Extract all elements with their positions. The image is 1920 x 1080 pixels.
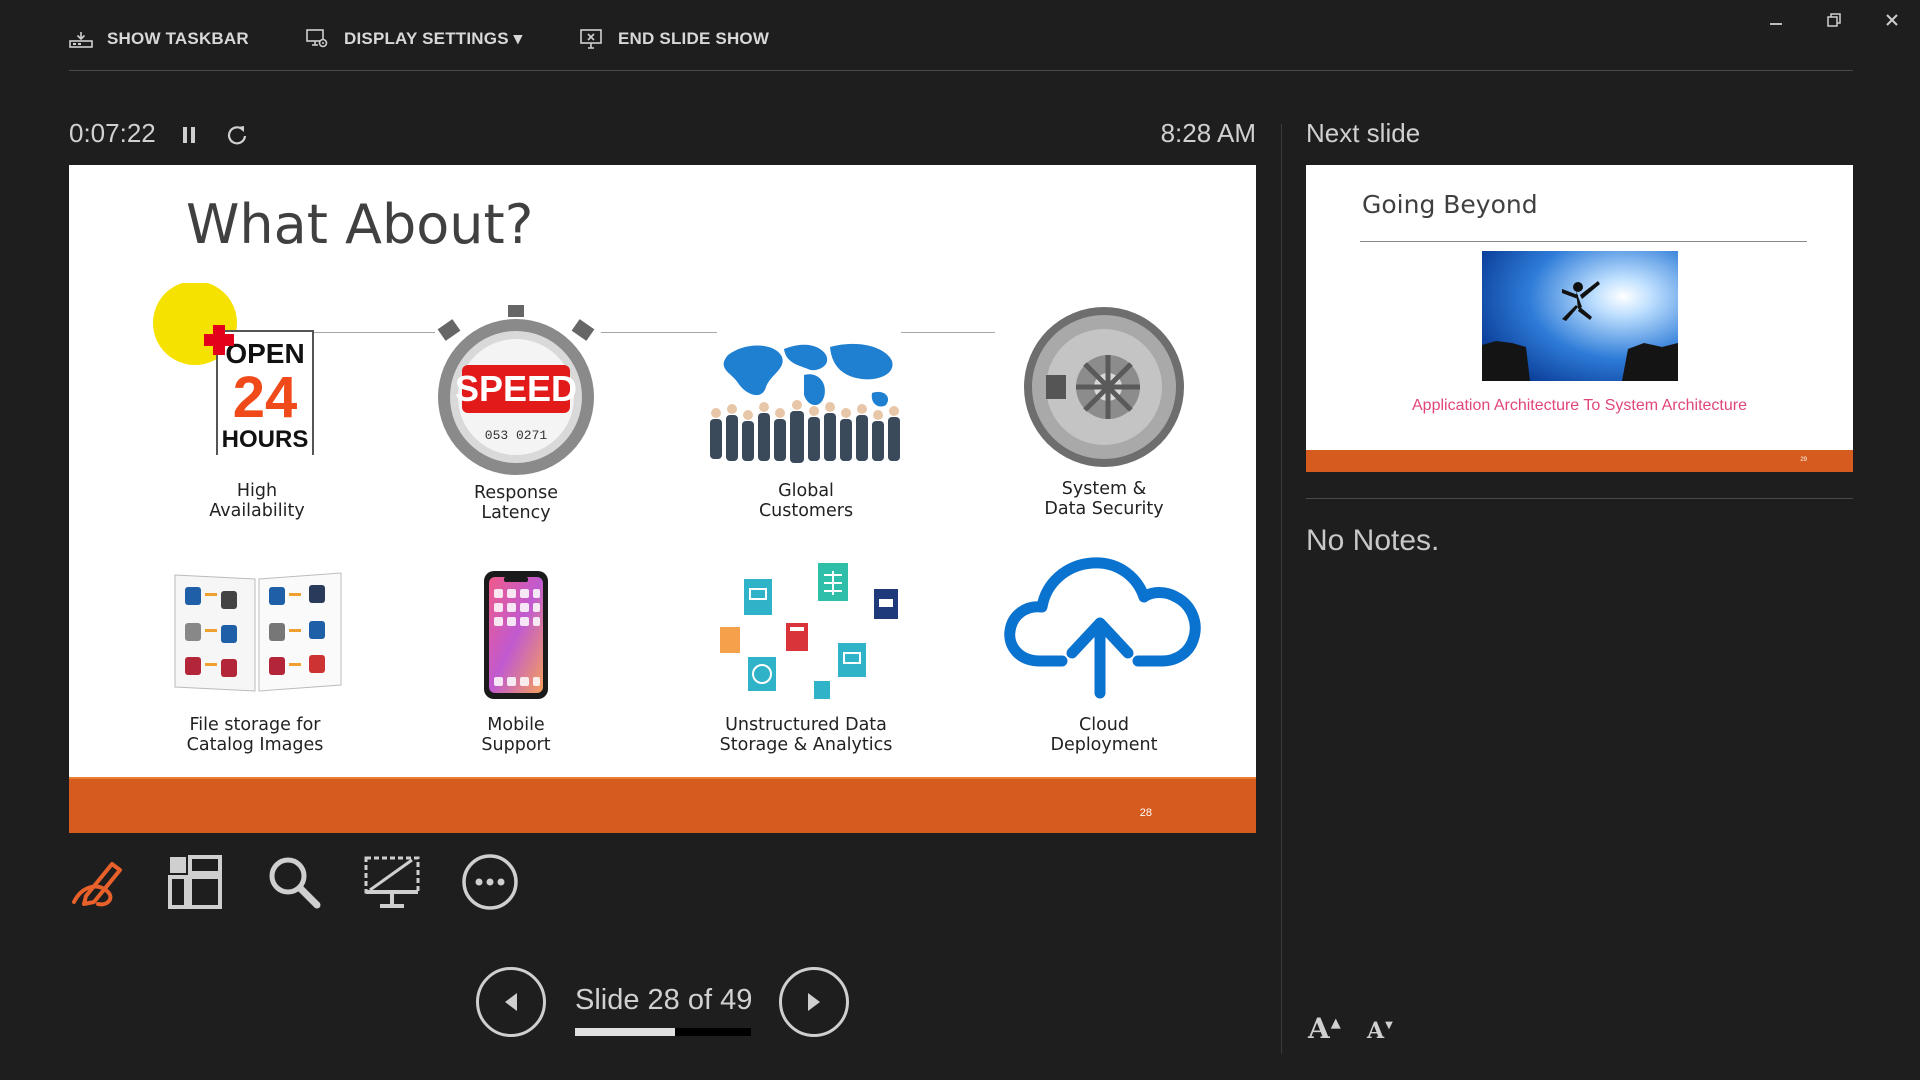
show-taskbar-button[interactable]: SHOW TASKBAR xyxy=(69,22,249,56)
vault-door-icon xyxy=(1024,307,1184,467)
cloud-upload-icon xyxy=(1004,557,1201,699)
more-options-icon xyxy=(462,854,518,910)
taskbar-icon xyxy=(69,32,93,48)
next-slide-preview[interactable]: Going Beyond Application Architecture To… xyxy=(1306,165,1853,472)
toolbar-divider xyxy=(69,70,1853,71)
next-slide-title: Going Beyond xyxy=(1362,190,1538,219)
svg-text:SPEED: SPEED xyxy=(455,368,577,409)
elapsed-timer: 0:07:22 xyxy=(69,118,156,148)
slide-number: 28 xyxy=(1139,807,1152,819)
decrease-font-label: A xyxy=(1367,1018,1385,1044)
next-icon xyxy=(808,993,820,1011)
label-global-customers: Global Customers xyxy=(758,481,854,521)
slide-item-unstructured-data xyxy=(686,561,926,701)
open-24-hours-icon: OPEN 24 HOURS xyxy=(153,281,314,460)
slide-connector-line xyxy=(901,332,995,333)
see-all-slides-button[interactable] xyxy=(163,850,227,914)
label-data-security: System & Data Security xyxy=(1044,479,1164,519)
show-taskbar-label: SHOW TASKBAR xyxy=(107,29,249,48)
end-slide-show-button[interactable]: END SLIDE SHOW xyxy=(580,22,769,56)
slide-item-high-availability: OPEN 24 HOURS xyxy=(137,281,377,503)
label-mobile-support: Mobile Support xyxy=(481,715,551,755)
next-slide-number: 29 xyxy=(1800,457,1807,463)
label-high-availability: High Availability xyxy=(209,481,305,521)
pen-tool-button[interactable] xyxy=(66,850,130,914)
next-slide-label: Next slide xyxy=(1306,118,1421,148)
slide-item-data-security xyxy=(984,305,1224,475)
world-map-people-icon xyxy=(710,343,900,463)
document-files-icon xyxy=(720,563,898,699)
display-settings-button[interactable]: DISPLAY SETTINGS ▾ xyxy=(306,22,522,56)
cliff-jump-image xyxy=(1482,251,1678,381)
pause-icon xyxy=(183,127,195,143)
minimize-button[interactable] xyxy=(1756,6,1796,34)
label-file-storage: File storage for Catalog Images xyxy=(186,715,324,755)
label-cloud-deployment: Cloud Deployment xyxy=(1050,715,1158,755)
speaker-notes: No Notes. xyxy=(1306,524,1440,557)
slides-grid-icon xyxy=(168,855,222,909)
screen-icon xyxy=(364,856,420,908)
zoom-button[interactable] xyxy=(262,850,326,914)
slide-item-cloud-deployment xyxy=(984,553,1224,703)
next-slide-rule xyxy=(1360,241,1807,242)
display-settings-icon xyxy=(306,29,328,48)
restart-timer-button[interactable] xyxy=(222,120,252,150)
previous-slide-button[interactable] xyxy=(476,967,546,1037)
next-slide-subtitle: Application Architecture To System Archi… xyxy=(1412,397,1747,414)
increase-arrow-icon: ▲ xyxy=(1330,1016,1341,1031)
restore-button[interactable] xyxy=(1814,6,1854,34)
slide-item-file-storage xyxy=(137,565,377,695)
minimize-icon xyxy=(1770,23,1782,25)
catalog-book-icon xyxy=(174,572,342,692)
current-slide: What About? OPEN 24 HOURS High Availabil… xyxy=(69,165,1256,833)
close-icon xyxy=(1886,14,1898,26)
pen-icon xyxy=(72,862,122,907)
pause-timer-button[interactable] xyxy=(174,120,204,150)
label-response-latency: Response Latency xyxy=(473,483,559,523)
slide-footer-bar xyxy=(69,779,1256,833)
label-unstructured-data: Unstructured Data Storage & Analytics xyxy=(719,715,893,755)
clock: 8:28 AM xyxy=(1160,118,1256,148)
slide-progress-fill xyxy=(575,1028,676,1036)
decrease-font-button[interactable]: A ▼ xyxy=(1367,1018,1393,1044)
smartphone-icon xyxy=(484,571,548,699)
svg-text:24: 24 xyxy=(233,365,298,430)
speed-stopwatch-icon: SPEED 053 0271 xyxy=(437,305,595,475)
slide-item-response-latency: SPEED 053 0271 xyxy=(396,305,636,485)
black-screen-button[interactable] xyxy=(360,850,424,914)
display-settings-label: DISPLAY SETTINGS ▾ xyxy=(344,29,523,48)
end-slide-show-label: END SLIDE SHOW xyxy=(618,29,770,48)
restore-icon xyxy=(1827,13,1841,27)
slide-progress-bar xyxy=(575,1028,751,1036)
svg-text:053 0271: 053 0271 xyxy=(485,428,548,443)
next-slide-footer xyxy=(1306,450,1853,472)
close-button[interactable] xyxy=(1872,6,1912,34)
slide-item-mobile-support xyxy=(396,569,636,701)
zoom-icon xyxy=(269,857,321,909)
decrease-arrow-icon: ▼ xyxy=(1385,1020,1393,1031)
previous-icon xyxy=(505,993,517,1011)
more-options-button[interactable] xyxy=(458,850,522,914)
panel-divider xyxy=(1281,124,1282,1054)
next-slide-button[interactable] xyxy=(779,967,849,1037)
presenter-toolbar: SHOW TASKBAR DISPLAY SETTINGS ▾ END SLID… xyxy=(0,0,1920,72)
end-show-icon xyxy=(580,29,602,49)
increase-font-label: A xyxy=(1308,1012,1330,1045)
slide-title: What About? xyxy=(186,193,534,256)
slide-counter: Slide 28 of 49 xyxy=(575,984,753,1016)
restart-icon xyxy=(227,126,247,145)
svg-text:HOURS: HOURS xyxy=(222,426,309,453)
slide-item-global-customers xyxy=(686,335,926,475)
notes-divider xyxy=(1306,498,1853,499)
increase-font-button[interactable]: A ▲ xyxy=(1308,1012,1341,1045)
